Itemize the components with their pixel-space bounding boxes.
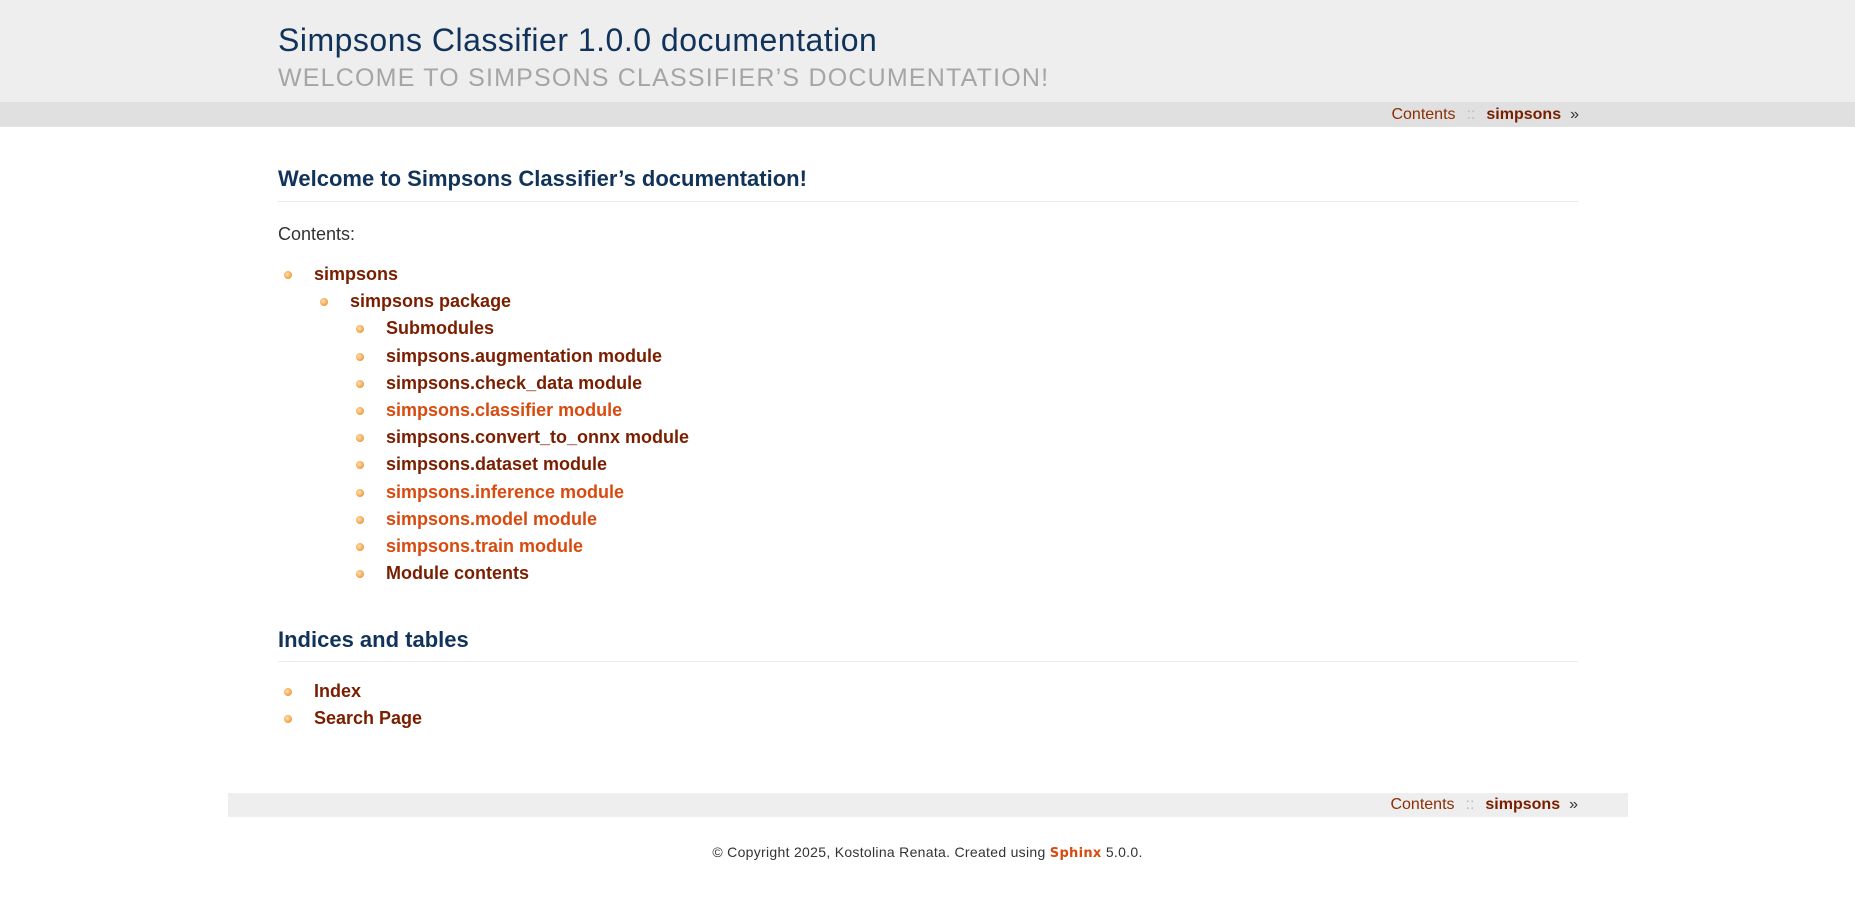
top-related-nav: Contents:: simpsons » [0, 102, 1855, 127]
site-header: Simpsons Classifier 1.0.0 documentation … [0, 0, 1855, 102]
site-title[interactable]: Simpsons Classifier 1.0.0 documentation [278, 20, 1049, 60]
toc-caption: Contents: [278, 224, 356, 244]
toc-item: simpsons package Submodules simpsons.aug… [320, 288, 1578, 587]
toc-link-simpsons[interactable]: simpsons [314, 264, 398, 284]
toc-link-train[interactable]: simpsons.train module [386, 536, 583, 556]
raquo-icon: » [1570, 106, 1579, 123]
toc-link-module-contents[interactable]: Module contents [386, 563, 529, 583]
bullet-icon [356, 515, 364, 524]
toc-link-inference[interactable]: simpsons.inference module [386, 482, 624, 502]
toc-item: Submodules [356, 315, 1578, 342]
contents-link[interactable]: Contents [1390, 796, 1454, 813]
toc-item: simpsons simpsons package Submodules sim… [284, 261, 1578, 587]
bullet-icon [356, 461, 364, 470]
toc-sublist: simpsons package Submodules simpsons.aug… [320, 288, 1578, 587]
toc-item: simpsons.classifier module [356, 397, 1578, 424]
bullet-icon [356, 379, 364, 388]
indices-section: Indices and tables Index Search Page [278, 627, 1578, 732]
raquo-icon: » [1569, 796, 1578, 813]
toc-item: simpsons.check_data module [356, 370, 1578, 397]
related-links: Contents:: simpsons » [1390, 795, 1578, 815]
related-links: Contents:: simpsons » [1391, 105, 1579, 125]
next-link-simpsons[interactable]: simpsons [1486, 106, 1561, 123]
list-item: Index [284, 678, 1578, 705]
toc-link-convert-to-onnx[interactable]: simpsons.convert_to_onnx module [386, 427, 689, 447]
next-link-simpsons[interactable]: simpsons [1485, 796, 1560, 813]
bullet-icon [356, 352, 364, 361]
toc-tree: simpsons simpsons package Submodules sim… [284, 261, 1578, 587]
bullet-icon [320, 298, 328, 307]
copyright-text: © Copyright 2025, Kostolina Renata. Crea… [712, 844, 1046, 860]
toc-link-simpsons-package[interactable]: simpsons package [350, 291, 511, 311]
sphinx-link[interactable]: Sphinx [1050, 846, 1102, 861]
list-item: Search Page [284, 705, 1578, 732]
toc-item: simpsons.train module [356, 533, 1578, 560]
nav-separator: :: [1466, 106, 1476, 123]
bullet-icon [284, 688, 292, 696]
bullet-icon [356, 488, 364, 497]
footer: © Copyright 2025, Kostolina Renata. Crea… [0, 844, 1855, 861]
toc-item: simpsons.model module [356, 506, 1578, 533]
toc-item: simpsons.augmentation module [356, 343, 1578, 370]
sphinx-version: 5.0.0. [1105, 844, 1143, 860]
bullet-icon [284, 715, 292, 724]
bullet-icon [284, 271, 292, 279]
toc-item: simpsons.inference module [356, 479, 1578, 506]
toc-link-submodules[interactable]: Submodules [386, 318, 494, 338]
search-page-link[interactable]: Search Page [314, 708, 422, 728]
index-link[interactable]: Index [314, 681, 361, 701]
bottom-related-nav: Contents:: simpsons » [228, 793, 1628, 817]
indices-list: Index Search Page [284, 678, 1578, 732]
indices-heading: Indices and tables [278, 627, 1578, 662]
toc-item: Module contents [356, 560, 1578, 587]
header-inner: Simpsons Classifier 1.0.0 documentation … [278, 20, 1049, 96]
page-heading: Welcome to Simpsons Classifier’s documen… [278, 166, 1578, 202]
main-content: Welcome to Simpsons Classifier’s documen… [278, 166, 1578, 587]
toc-item: simpsons.dataset module [356, 451, 1578, 478]
bullet-icon [356, 570, 364, 579]
site-subtitle: WELCOME TO SIMPSONS CLASSIFIER’S DOCUMEN… [278, 64, 1050, 92]
toc-link-classifier[interactable]: simpsons.classifier module [386, 400, 622, 420]
toc-sublist: Submodules simpsons.augmentation module … [356, 315, 1578, 587]
toc-item: simpsons.convert_to_onnx module [356, 424, 1578, 451]
bullet-icon [356, 543, 364, 552]
bullet-icon [356, 434, 364, 443]
toc-link-model[interactable]: simpsons.model module [386, 509, 597, 529]
bullet-icon [356, 407, 364, 416]
nav-separator: :: [1465, 796, 1475, 813]
toc-link-check-data[interactable]: simpsons.check_data module [386, 373, 642, 393]
contents-link[interactable]: Contents [1391, 106, 1455, 123]
toc-link-dataset[interactable]: simpsons.dataset module [386, 454, 607, 474]
bullet-icon [356, 325, 364, 334]
toc-link-augmentation[interactable]: simpsons.augmentation module [386, 346, 662, 366]
